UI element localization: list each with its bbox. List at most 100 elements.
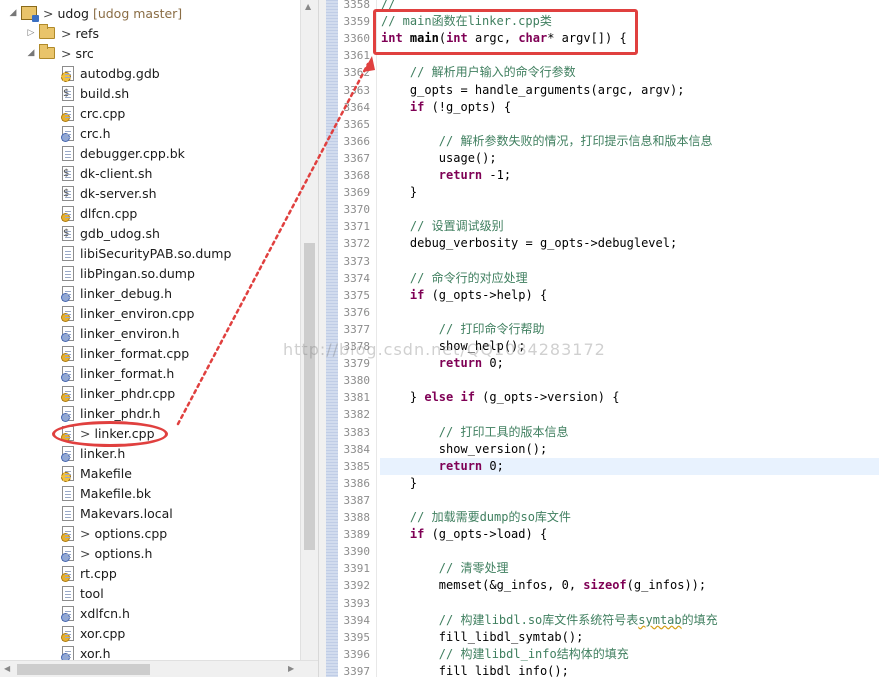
code-line[interactable]: // 命令行的对应处理 [381, 270, 528, 287]
code-line[interactable]: // 打印工具的版本信息 [381, 424, 569, 441]
collapsed-chevron-icon[interactable]: ▷ [26, 28, 36, 38]
tree-file-item[interactable]: gdb_udog.sh [62, 223, 318, 243]
scroll-right-icon[interactable]: ▶ [288, 664, 294, 673]
code-line[interactable]: fill_libdl_info(); [381, 663, 569, 677]
tree-file-item[interactable]: dk-client.sh [62, 163, 318, 183]
file-name: linker_environ.cpp [80, 305, 195, 321]
tree-file-item[interactable]: linker_environ.h [61, 323, 318, 343]
tree-file-item[interactable]: > options.h [61, 543, 318, 563]
explorer-vertical-scrollbar[interactable]: ▲ [300, 0, 318, 660]
header-file-icon [61, 445, 74, 462]
code-line[interactable]: // 加载需要dump的so库文件 [381, 509, 571, 526]
cpp-file-icon [61, 525, 74, 542]
line-number: 3396 [343, 647, 371, 661]
tree-file-item[interactable]: tool [62, 583, 318, 603]
tree-file-item[interactable]: autodbg.gdb [61, 63, 318, 83]
code-line[interactable]: // 构建libdl.so库文件系统符号表symtab的填充 [381, 612, 718, 629]
code-line[interactable]: // 清零处理 [381, 560, 509, 577]
code-line[interactable]: fill_libdl_symtab(); [381, 629, 584, 646]
code-editor[interactable]: 3358 3359 3360 3361 3362 3363 3364 3365 3366 3367… [338, 0, 879, 677]
tree-file-item[interactable]: Makefile [61, 463, 318, 483]
tree-file-item[interactable]: xor.cpp [61, 623, 318, 643]
scroll-up-icon[interactable]: ▲ [305, 2, 311, 11]
code-line[interactable]: // 设置调试级别 [381, 218, 504, 235]
tree-file-item[interactable]: build.sh [62, 83, 318, 103]
tree-file-item[interactable]: dk-server.sh [62, 183, 318, 203]
scroll-left-icon[interactable]: ◀ [4, 664, 10, 673]
text-file-icon [62, 585, 74, 601]
line-number: 3383 [343, 425, 371, 439]
scroll-thumb[interactable] [304, 243, 315, 550]
file-name: crc.h [80, 125, 111, 141]
tree-file-item[interactable]: rt.cpp [61, 563, 318, 583]
tree-folder-src[interactable]: ◢ > src [26, 43, 318, 63]
header-file-icon [61, 405, 74, 422]
line-number: 3363 [343, 83, 371, 97]
tree-file-item[interactable]: linker_format.cpp [61, 343, 318, 363]
line-number: 3376 [343, 305, 371, 319]
file-name: linker_phdr.cpp [80, 385, 176, 401]
tree-file-item[interactable]: Makefile.bk [62, 483, 318, 503]
code-line[interactable]: // 构建libdl_info结构体的填充 [381, 646, 629, 663]
code-line[interactable]: memset(&g_infos, 0, sizeof(g_infos)); [381, 577, 706, 594]
line-number: 3386 [343, 476, 371, 490]
cpp-file-icon [61, 565, 74, 582]
shell-script-icon [62, 165, 74, 181]
project-icon [21, 6, 39, 22]
tree-file-item[interactable]: linker_environ.cpp [61, 303, 318, 323]
file-name: options.cpp [94, 525, 168, 541]
line-number: 3390 [343, 545, 371, 559]
tree-file-item[interactable]: debugger.cpp.bk [62, 143, 318, 163]
tree-project-udog[interactable]: ◢ > udog [udog master] [8, 3, 308, 23]
code-line[interactable]: usage(); [381, 150, 497, 167]
code-line[interactable]: if (g_opts->load) { [381, 526, 547, 543]
file-name: linker_phdr.h [80, 405, 161, 421]
code-line[interactable]: // 解析用户输入的命令行参数 [381, 64, 576, 81]
code-line[interactable]: } [381, 184, 417, 201]
tree-file-item[interactable]: crc.cpp [61, 103, 318, 123]
code-line[interactable]: if (!g_opts) { [381, 99, 511, 116]
tree-file-item[interactable]: libPingan.so.dump [62, 263, 318, 283]
code-line[interactable]: // 解析参数失败的情况，打印提示信息和版本信息 [381, 133, 713, 150]
explorer-horizontal-scrollbar[interactable]: ◀ ▶ [0, 660, 318, 677]
code-line[interactable]: return -1; [381, 167, 511, 184]
scroll-thumb[interactable] [17, 664, 150, 675]
tree-file-item[interactable]: > options.cpp [61, 523, 318, 543]
project-explorer: ◢ > udog [udog master] ▷ > refs ◢ > src … [0, 0, 318, 677]
tree-file-item[interactable]: crc.h [61, 123, 318, 143]
tree-file-item[interactable]: linker_phdr.h [61, 403, 318, 423]
dirty-marker: > [80, 545, 91, 561]
line-number: 3380 [343, 374, 371, 388]
file-name: Makefile [80, 465, 132, 481]
tree-file-item[interactable]: linker_format.h [61, 363, 318, 383]
code-line[interactable]: return 0; [381, 458, 504, 475]
file-name: rt.cpp [80, 565, 117, 581]
code-line[interactable]: g_opts = handle_arguments(argc, argv); [381, 82, 685, 99]
code-line[interactable]: if (g_opts->help) { [381, 287, 547, 304]
line-number: 3389 [343, 528, 371, 542]
line-number: 3361 [343, 49, 371, 63]
tree-folder-refs[interactable]: ▷ > refs [26, 23, 318, 43]
text-file-icon [62, 265, 74, 281]
code-line[interactable]: show_version(); [381, 441, 547, 458]
code-line[interactable]: } [381, 475, 417, 492]
line-number: 3394 [343, 613, 371, 627]
cpp-file-icon [61, 205, 74, 222]
tree-file-item[interactable]: dlfcn.cpp [61, 203, 318, 223]
tree-file-item[interactable]: linker_phdr.cpp [61, 383, 318, 403]
line-number: 3371 [343, 220, 371, 234]
expanded-chevron-icon[interactable]: ◢ [8, 8, 18, 18]
file-name: linker_format.cpp [80, 345, 190, 361]
code-line[interactable]: debug_verbosity = g_opts->debuglevel; [381, 235, 677, 252]
expanded-chevron-icon[interactable]: ◢ [26, 48, 36, 58]
code-line[interactable]: // 打印命令行帮助 [381, 321, 545, 338]
code-line[interactable]: } else if (g_opts->version) { [381, 389, 620, 406]
line-number: 3362 [343, 66, 371, 80]
header-file-icon [61, 325, 74, 342]
tree-file-item[interactable]: linker_debug.h [61, 283, 318, 303]
tree-file-item[interactable]: libiSecurityPAB.so.dump [62, 243, 318, 263]
tree-file-item[interactable]: xdlfcn.h [61, 603, 318, 623]
shell-script-icon [62, 85, 74, 101]
text-file-icon [62, 245, 74, 261]
tree-file-item[interactable]: Makevars.local [62, 503, 318, 523]
